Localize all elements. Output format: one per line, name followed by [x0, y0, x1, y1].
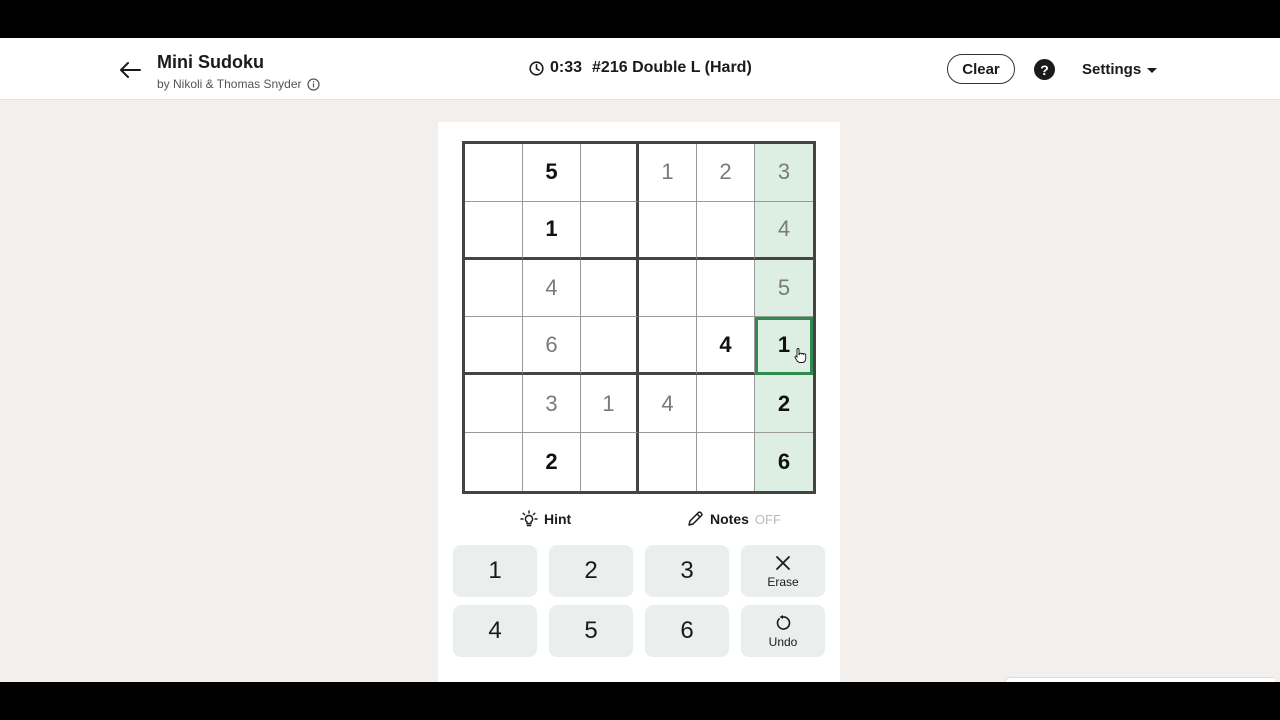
grid-cell-r1-c4[interactable]: 1 [639, 144, 697, 202]
grid-cell-r1-c5[interactable]: 2 [697, 144, 755, 202]
byline: by Nikoli & Thomas Snyder [157, 77, 320, 91]
grid-cell-r2-c2[interactable]: 1 [523, 201, 581, 260]
grid-cell-r3-c5[interactable] [697, 259, 755, 318]
key-5[interactable]: 5 [549, 605, 633, 657]
grid-cell-r5-c5[interactable] [697, 375, 755, 434]
notes-toggle[interactable]: Notes OFF [686, 510, 781, 528]
settings-dropdown[interactable]: Settings [1082, 61, 1158, 78]
grid-cell-r6-c2[interactable]: 2 [523, 433, 581, 491]
grid-cell-r4-c4[interactable] [639, 317, 697, 376]
grid-cell-r5-c4[interactable]: 4 [639, 375, 697, 434]
key-4[interactable]: 4 [453, 605, 537, 657]
grid-cell-r6-c5[interactable] [697, 433, 755, 491]
erase-label: Erase [767, 574, 799, 589]
grid-cell-r1-c3[interactable] [581, 144, 639, 202]
key-2[interactable]: 2 [549, 545, 633, 597]
grid-cell-r6-c4[interactable] [639, 433, 697, 491]
grid-cell-r6-c6[interactable]: 6 [755, 433, 813, 491]
grid-cell-r1-c1[interactable] [465, 144, 523, 202]
grid-cell-r3-c1[interactable] [465, 259, 523, 318]
grid-cell-r5-c3[interactable]: 1 [581, 375, 639, 434]
erase-button[interactable]: Erase [741, 545, 825, 597]
grid-cell-r2-c1[interactable] [465, 201, 523, 260]
undo-label: Undo [768, 634, 798, 649]
grid-cell-r1-c2[interactable]: 5 [523, 144, 581, 202]
tool-row: Hint Notes OFF [438, 510, 840, 530]
grid-cell-r3-c3[interactable] [581, 259, 639, 318]
top-letterbox [0, 0, 1280, 38]
grid-cell-r4-c5[interactable]: 4 [697, 317, 755, 376]
hint-button[interactable]: Hint [520, 510, 571, 528]
undo-button[interactable]: Undo [741, 605, 825, 657]
grid-cell-r4-c1[interactable] [465, 317, 523, 376]
notes-label: Notes [710, 511, 749, 527]
grid-cell-r5-c6[interactable]: 2 [755, 375, 813, 434]
hand-cursor-icon [794, 348, 807, 364]
grid-cell-r6-c1[interactable] [465, 433, 523, 491]
grid-cell-r5-c2[interactable]: 3 [523, 375, 581, 434]
grid-cell-r3-c6[interactable]: 5 [755, 259, 813, 318]
help-icon[interactable]: ? [1034, 59, 1055, 80]
timer: 0:33 [550, 59, 583, 76]
arrow-left-icon [120, 62, 141, 78]
lightbulb-icon [520, 510, 538, 528]
grid-cell-r2-c4[interactable] [639, 201, 697, 260]
grid-cell-r4-c2[interactable]: 6 [523, 317, 581, 376]
grid-cell-r5-c1[interactable] [465, 375, 523, 434]
page-title: Mini Sudoku [157, 52, 264, 72]
grid-cell-r2-c3[interactable] [581, 201, 639, 260]
back-button[interactable] [114, 54, 146, 86]
byline-text: by Nikoli & Thomas Snyder [157, 77, 302, 91]
key-6[interactable]: 6 [645, 605, 729, 657]
grid-cell-r3-c4[interactable] [639, 259, 697, 318]
undo-icon [774, 614, 792, 632]
grid-cell-r1-c6[interactable]: 3 [755, 144, 813, 202]
clear-button[interactable]: Clear [947, 54, 1015, 84]
grid-cell-r4-c6[interactable]: 1 [755, 317, 813, 376]
key-3[interactable]: 3 [645, 545, 729, 597]
notes-state: OFF [754, 511, 781, 527]
grid-cell-r4-c3[interactable] [581, 317, 639, 376]
grid-cell-r6-c3[interactable] [581, 433, 639, 491]
grid-cell-r3-c2[interactable]: 4 [523, 259, 581, 318]
grid-cell-r2-c5[interactable] [697, 201, 755, 260]
chevron-down-icon [1147, 68, 1158, 73]
info-icon[interactable] [306, 77, 320, 91]
key-1[interactable]: 1 [453, 545, 537, 597]
hint-label: Hint [544, 511, 572, 527]
sudoku-grid: 51231445641314226 [462, 141, 816, 494]
puzzle-label: #216 Double L (Hard) [592, 59, 752, 76]
settings-label: Settings [1082, 61, 1142, 78]
bottom-letterbox [0, 682, 1280, 720]
header-bar: Mini Sudoku by Nikoli & Thomas Snyder 0:… [0, 38, 1280, 100]
close-icon [774, 554, 792, 572]
puzzle-info: 0:33 #216 Double L (Hard) [529, 59, 752, 77]
grid-cell-r2-c6[interactable]: 4 [755, 201, 813, 260]
pencil-icon [686, 510, 704, 528]
clock-icon [529, 60, 544, 76]
number-keypad: 1 2 3 Erase 4 5 6 Undo [453, 545, 825, 657]
